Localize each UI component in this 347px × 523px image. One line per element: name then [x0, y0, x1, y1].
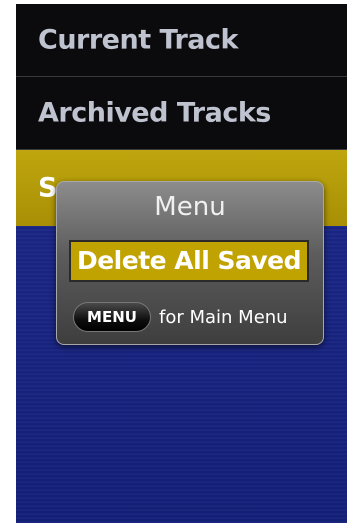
menu-popup: Menu Delete All Saved MENU for Main Menu [56, 181, 324, 345]
menu-key-button[interactable]: MENU [73, 302, 151, 332]
device-screen: Current Track Archived Tracks S Menu Del… [16, 4, 347, 523]
hint-text: for Main Menu [159, 306, 288, 328]
list-item-current-track[interactable]: Current Track [16, 4, 347, 77]
main-menu-hint: MENU for Main Menu [73, 302, 288, 332]
list-item-archived-tracks[interactable]: Archived Tracks [16, 77, 347, 150]
popup-title: Menu [154, 192, 226, 222]
list-item-label: Archived Tracks [38, 97, 271, 129]
list-item-label: S [38, 172, 57, 204]
delete-all-saved-option[interactable]: Delete All Saved [69, 240, 309, 282]
list-item-label: Current Track [38, 24, 238, 56]
